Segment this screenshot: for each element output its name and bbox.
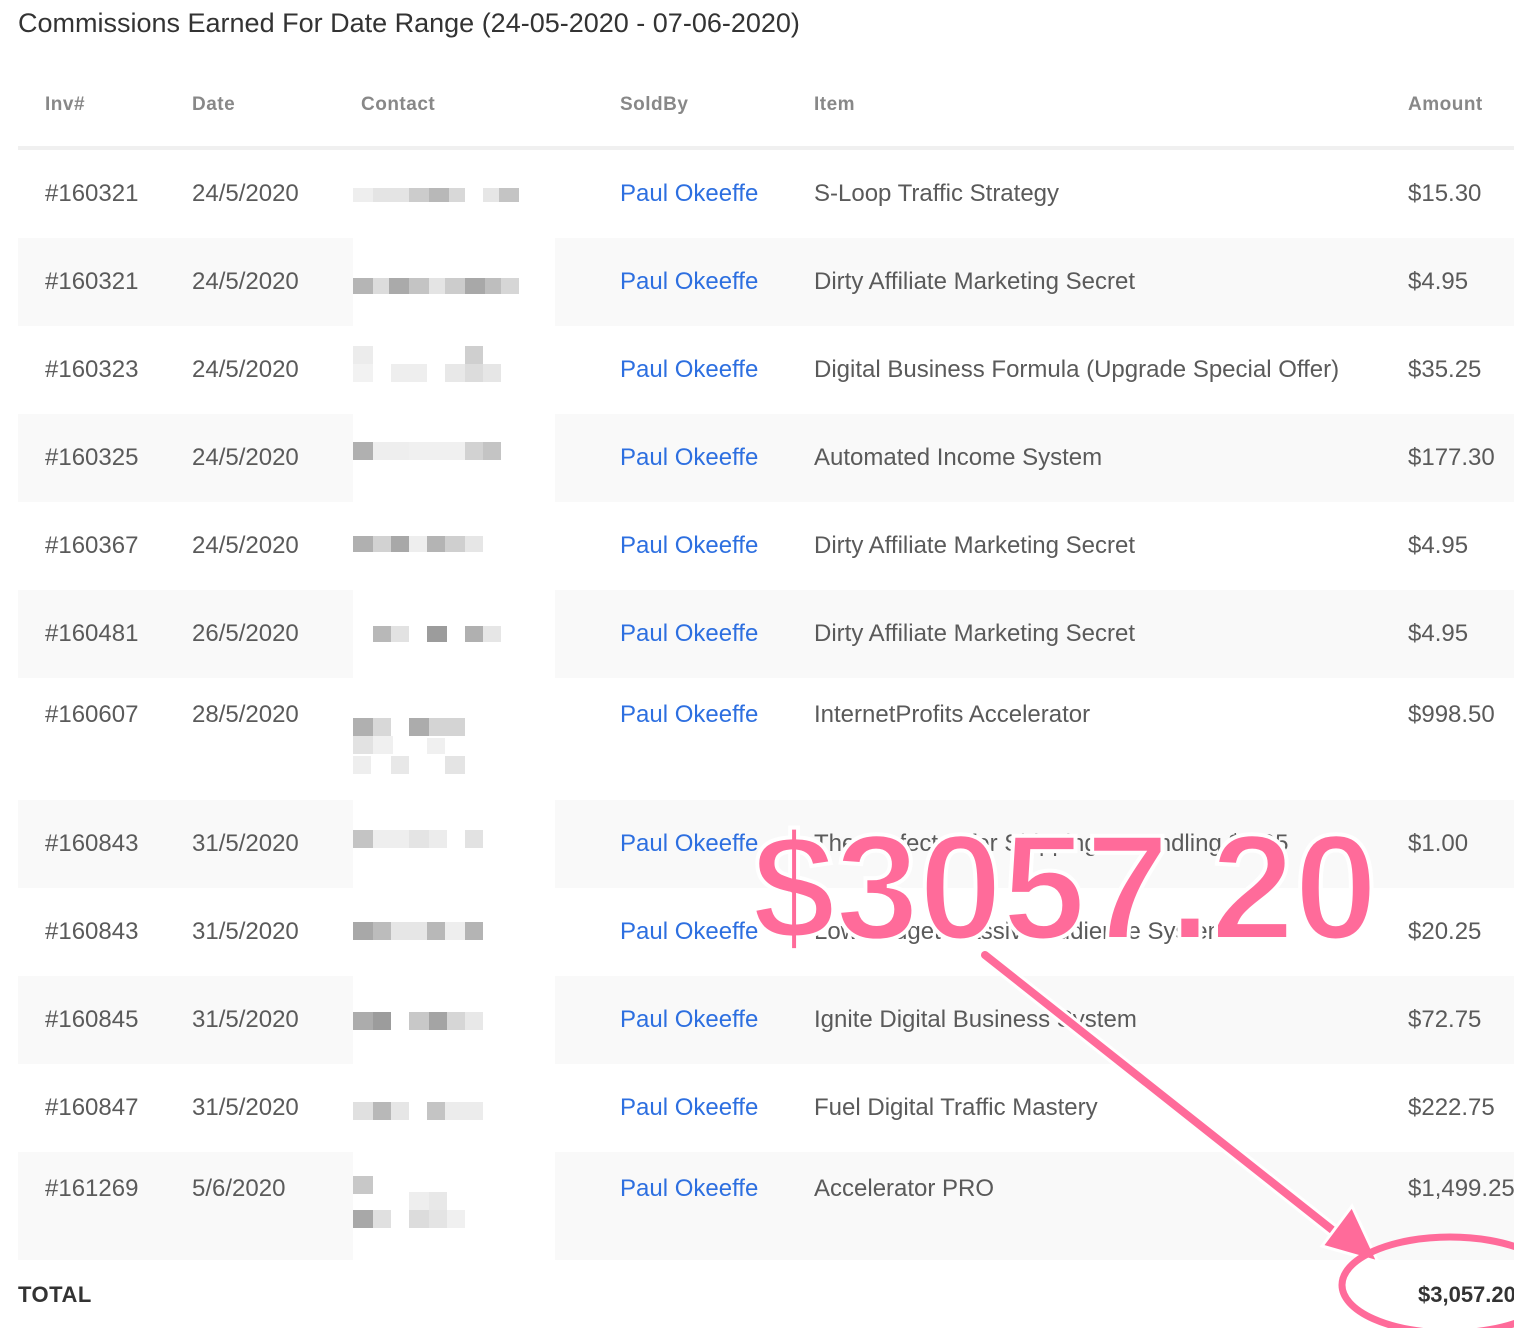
cell-date: 28/5/2020 [192,701,299,728]
contact-redacted [353,238,555,326]
cell-soldby-link[interactable]: Paul Okeeffe [620,238,758,326]
cell-item: Fuel Digital Traffic Mastery [814,1094,1098,1121]
cell-amount: $998.50 [1408,701,1495,728]
contact-redacted [353,502,555,590]
cell-amount: $4.95 [1408,532,1469,559]
cell-inv: #160847 [45,1094,139,1121]
cell-amount: $15.30 [1408,180,1482,207]
column-header-date[interactable]: Date [192,94,235,116]
cell-date: 5/6/2020 [192,1175,286,1202]
cell-amount: $1,499.25 [1408,1175,1514,1202]
cell-inv: #161269 [45,1175,139,1202]
commissions-table: Inv# Date Contact SoldBy Item Amount #16… [18,62,1514,1260]
table-row: #160321 24/5/2020 Paul Okeeffe Dirty Aff… [18,238,1514,326]
cell-item: InternetProfits Accelerator [814,701,1091,728]
contact-redacted [353,800,555,888]
cell-inv: #160321 [45,180,139,207]
cell-item: Dirty Affiliate Marketing Secret [814,268,1136,295]
contact-redacted [353,150,555,238]
table-row: #160845 31/5/2020 Paul Okeeffe Ignite Di… [18,976,1514,1064]
cell-date: 26/5/2020 [192,620,299,647]
cell-date: 31/5/2020 [192,1094,299,1121]
cell-amount: $1.00 [1408,830,1469,857]
table-row: #160847 31/5/2020 Paul Okeeffe Fuel Digi… [18,1064,1514,1152]
contact-redacted [353,326,555,414]
cell-date: 31/5/2020 [192,918,299,945]
cell-date: 31/5/2020 [192,1006,299,1033]
cell-amount: $35.25 [1408,356,1482,383]
column-header-contact[interactable]: Contact [361,94,435,116]
cell-soldby-link[interactable]: Paul Okeeffe [620,590,758,678]
column-header-amount[interactable]: Amount [1408,94,1483,116]
cell-soldby-link[interactable]: Paul Okeeffe [620,888,758,976]
total-label: TOTAL [18,1282,92,1307]
cell-amount: $177.30 [1408,444,1495,471]
page-title: Commissions Earned For Date Range (24-05… [18,8,800,38]
cell-soldby-link[interactable]: Paul Okeeffe [620,1064,758,1152]
table-row: #160325 24/5/2020 Paul Okeeffe Automated… [18,414,1514,502]
cell-item: Digital Business Formula (Upgrade Specia… [814,356,1340,383]
cell-soldby-link[interactable]: Paul Okeeffe [620,678,758,738]
column-header-inv[interactable]: Inv# [45,94,85,116]
cell-date: 24/5/2020 [192,356,299,383]
contact-redacted [353,678,555,800]
cell-soldby-link[interactable]: Paul Okeeffe [620,414,758,502]
cell-soldby-link[interactable]: Paul Okeeffe [620,150,758,238]
cell-amount: $72.75 [1408,1006,1482,1033]
cell-item: S-Loop Traffic Strategy [814,180,1060,207]
annotation-amount-text: $3057.20 [750,803,1380,971]
cell-soldby-link[interactable]: Paul Okeeffe [620,502,758,590]
cell-inv: #160845 [45,1006,139,1033]
total-value: $3,057.20 [1418,1282,1514,1307]
contact-redacted [353,1152,555,1260]
contact-redacted [353,414,555,502]
cell-soldby-link[interactable]: Paul Okeeffe [620,976,758,1064]
cell-item: Automated Income System [814,444,1103,471]
cell-inv: #160843 [45,830,139,857]
table-row: #160481 26/5/2020 Paul Okeeffe Dirty Aff… [18,590,1514,678]
column-header-soldby[interactable]: SoldBy [620,94,688,116]
cell-inv: #160843 [45,918,139,945]
cell-inv: #160481 [45,620,139,647]
cell-inv: #160323 [45,356,139,383]
cell-amount: $20.25 [1408,918,1482,945]
cell-inv: #160325 [45,444,139,471]
cell-date: 24/5/2020 [192,532,299,559]
cell-amount: $222.75 [1408,1094,1495,1121]
contact-redacted [353,888,555,976]
contact-redacted [353,1064,555,1152]
cell-inv: #160367 [45,532,139,559]
contact-redacted [353,976,555,1064]
contact-redacted [353,590,555,678]
cell-soldby-link[interactable]: Paul Okeeffe [620,326,758,414]
cell-item: Dirty Affiliate Marketing Secret [814,532,1136,559]
cell-soldby-link[interactable]: Paul Okeeffe [620,800,758,888]
table-row: #160607 28/5/2020 Paul Okeeffe InternetP… [18,678,1514,800]
cell-amount: $4.95 [1408,268,1469,295]
cell-amount: $4.95 [1408,620,1469,647]
cell-soldby-link[interactable]: Paul Okeeffe [620,1152,758,1212]
table-row: #160367 24/5/2020 Paul Okeeffe Dirty Aff… [18,502,1514,590]
table-header: Inv# Date Contact SoldBy Item Amount [18,62,1514,150]
cell-inv: #160321 [45,268,139,295]
cell-item: Dirty Affiliate Marketing Secret [814,620,1136,647]
cell-inv: #160607 [45,701,139,728]
table-row: #161269 5/6/2020 Paul Okeeffe Accelerato… [18,1152,1514,1260]
table-row: #160323 24/5/2020 Paul Okeeffe Digital B… [18,326,1514,414]
cell-date: 24/5/2020 [192,444,299,471]
table-row: #160321 24/5/2020 Paul Okeeffe S-Loop Tr… [18,150,1514,238]
cell-item: Ignite Digital Business System [814,1006,1137,1033]
cell-date: 24/5/2020 [192,180,299,207]
cell-item: Accelerator PRO [814,1175,995,1202]
cell-date: 24/5/2020 [192,268,299,295]
cell-date: 31/5/2020 [192,830,299,857]
column-header-item[interactable]: Item [814,94,855,116]
